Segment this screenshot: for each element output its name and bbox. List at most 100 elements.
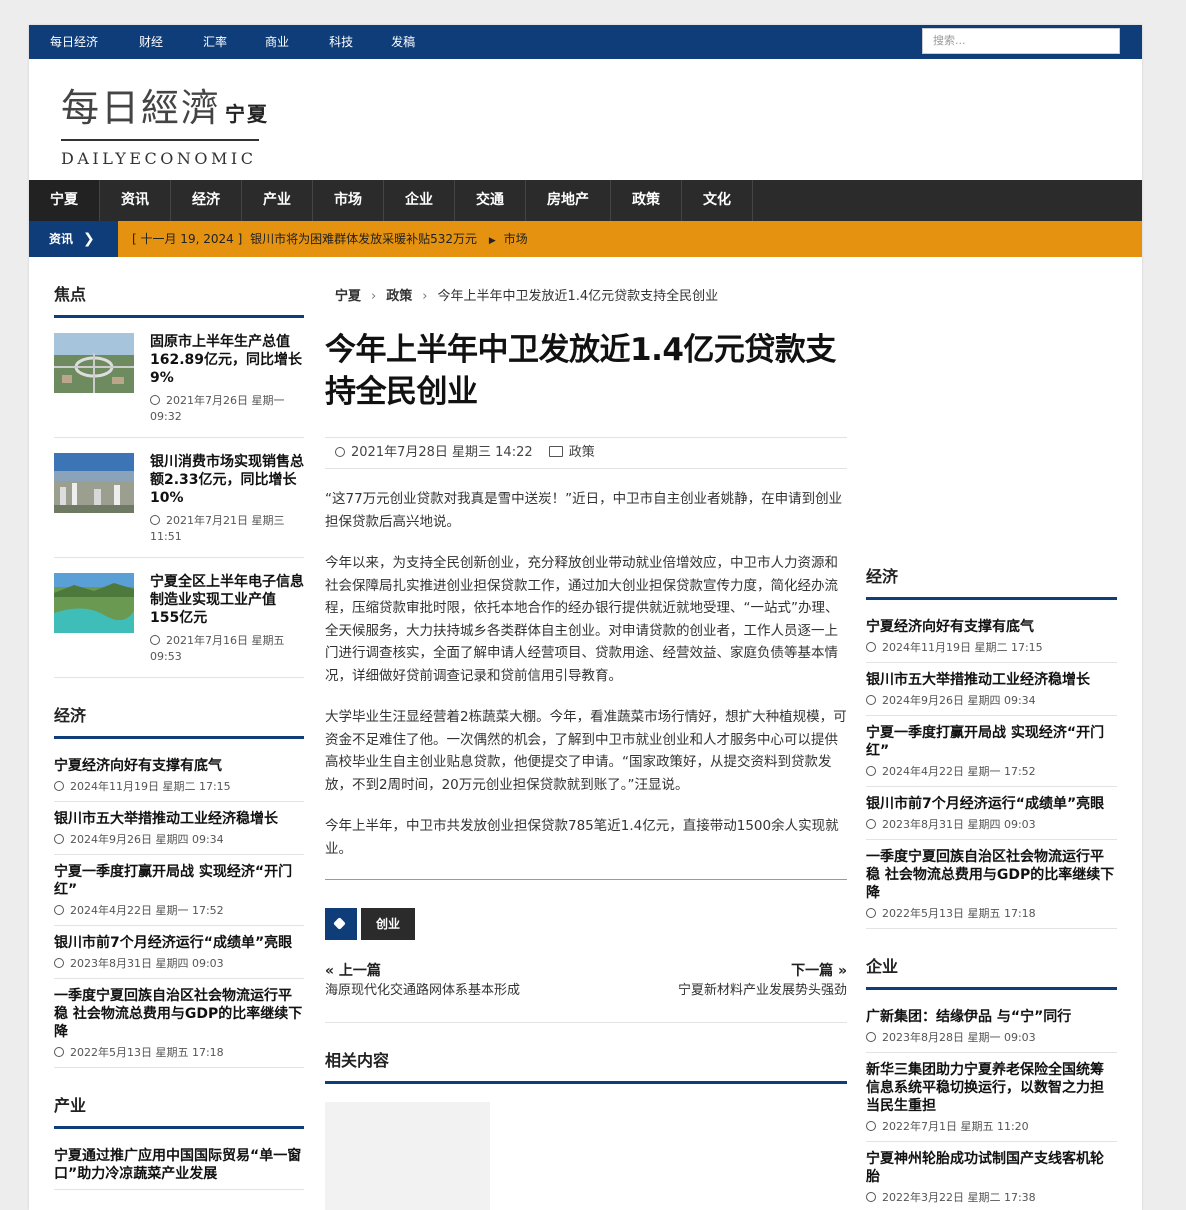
list-item-date: 2022年7月1日 星期五 11:20 [866, 1119, 1117, 1135]
prev-title[interactable]: 海原现代化交通路网体系基本形成 [325, 980, 520, 1002]
focus-section-title: 焦点 [54, 281, 304, 318]
clock-icon [150, 395, 160, 405]
topnav-fx[interactable]: 汇率 [203, 25, 227, 59]
article-meta: 2021年7月28日 星期三 14:22 政策 [325, 437, 847, 469]
list-item-date: 2023年8月31日 星期四 09:03 [866, 817, 1117, 833]
list-item-title[interactable]: 宁夏一季度打赢开局战 实现经济“开门红” [866, 724, 1117, 760]
list-item-date: 2022年5月13日 星期五 17:18 [54, 1045, 304, 1061]
folder-icon [548, 446, 563, 457]
topnav-business[interactable]: 商业 [265, 25, 289, 59]
mainnav-market[interactable]: 市场 [313, 180, 384, 221]
mainnav-economy[interactable]: 经济 [171, 180, 242, 221]
ticker-item[interactable]: [ 十一月 19, 2024 ] 银川市将为困难群体发放采暖补贴532万元 ▶ … [132, 221, 528, 259]
list-item-title[interactable]: 银川市五大举措推动工业经济稳增长 [54, 810, 304, 828]
focus-item[interactable]: 宁夏全区上半年电子信息制造业实现工业产值155亿元 2021年7月16日 星期五… [54, 558, 304, 678]
focus-item-title[interactable]: 宁夏全区上半年电子信息制造业实现工业产值155亿元 [150, 573, 304, 627]
thumbnail-image[interactable] [54, 453, 134, 513]
mainnav-realestate[interactable]: 房地产 [526, 180, 611, 221]
topnav-finance[interactable]: 财经 [139, 25, 163, 59]
breadcrumb-home[interactable]: 宁夏 [335, 289, 361, 304]
focus-item-title[interactable]: 银川消费市场实现销售总额2.33亿元，同比增长10% [150, 453, 304, 507]
logo-tag: 宁夏 [225, 102, 270, 126]
list-item-title[interactable]: 银川市前7个月经济运行“成绩单”亮眼 [866, 795, 1117, 813]
clock-icon [54, 781, 64, 791]
search-input[interactable]: 搜索... [922, 28, 1120, 54]
list-item-title[interactable]: 广新集团：结缘伊品 与“宁”同行 [866, 1008, 1117, 1026]
ticker-category[interactable]: 市场 [504, 232, 528, 246]
article: 宁夏 › 政策 › 今年上半年中卫发放近1.4亿元贷款支持全民创业 今年上半年中卫发放近… [325, 281, 847, 1210]
prev-label: « 上一篇 [325, 963, 381, 979]
next-post-link[interactable]: 下一篇 » 宁夏新材料产业发展势头强劲 [678, 962, 847, 1002]
thumbnail-image[interactable] [54, 573, 134, 633]
list-item[interactable]: 一季度宁夏回族自治区社会物流运行平稳 社会物流总费用与GDP的比率继续下降 202… [866, 840, 1117, 929]
clock-icon [866, 1121, 876, 1131]
logo-en: DAILYECONOMIC [61, 149, 257, 168]
clock-icon [866, 1192, 876, 1202]
article-category[interactable]: 政策 [569, 445, 595, 460]
clock-icon [54, 958, 64, 968]
list-item[interactable]: 宁夏经济向好有支撑有底气 2024年11月19日 星期二 17:15 [866, 610, 1117, 663]
list-item-date: 2023年8月28日 星期一 09:03 [866, 1030, 1117, 1046]
list-item[interactable]: 银川市前7个月经济运行“成绩单”亮眼 2023年8月31日 星期四 09:03 [54, 926, 304, 979]
mainnav-policy[interactable]: 政策 [611, 180, 682, 221]
ticker-headline[interactable]: 银川市将为困难群体发放采暖补贴532万元 [250, 232, 477, 246]
focus-item[interactable]: 固原市上半年生产总值162.89亿元，同比增长9% 2021年7月26日 星期一… [54, 318, 304, 438]
thumbnail-image[interactable] [54, 333, 134, 393]
article-date: 2021年7月28日 星期三 14:22 [351, 445, 533, 460]
list-item-title[interactable]: 银川市五大举措推动工业经济稳增长 [866, 671, 1117, 689]
list-item[interactable]: 银川市五大举措推动工业经济稳增长 2024年9月26日 星期四 09:34 [866, 663, 1117, 716]
mainnav-industry[interactable]: 产业 [242, 180, 313, 221]
breadcrumb-current: 今年上半年中卫发放近1.4亿元贷款支持全民创业 [437, 289, 719, 304]
list-item[interactable]: 银川市前7个月经济运行“成绩单”亮眼 2023年8月31日 星期四 09:03 [866, 787, 1117, 840]
article-body: “这77万元创业贷款对我真是雪中送炭！”近日，中卫市自主创业者姚静，在申请到创业… [325, 488, 847, 860]
clock-icon [54, 834, 64, 844]
list-item-title[interactable]: 宁夏神州轮胎成功试制国产支线客机轮胎 [866, 1150, 1117, 1186]
list-item[interactable]: 广新集团：结缘伊品 与“宁”同行 2023年8月28日 星期一 09:03 [866, 1000, 1117, 1053]
topnav-tech[interactable]: 科技 [329, 25, 353, 59]
tag-link[interactable]: 创业 [361, 908, 416, 940]
breadcrumb: 宁夏 › 政策 › 今年上半年中卫发放近1.4亿元贷款支持全民创业 [325, 281, 847, 313]
list-item-title[interactable]: 宁夏经济向好有支撑有底气 [54, 757, 304, 775]
list-item-title[interactable]: 一季度宁夏回族自治区社会物流运行平稳 社会物流总费用与GDP的比率继续下降 [866, 848, 1117, 902]
clock-icon [54, 905, 64, 915]
clock-icon [866, 1032, 876, 1042]
article-paragraph: 今年以来，为支持全民创新创业，充分释放创业带动就业倍增效应，中卫市人力资源和社会… [325, 555, 839, 684]
mainnav-transport[interactable]: 交通 [455, 180, 526, 221]
list-item[interactable]: 宁夏经济向好有支撑有底气 2024年11月19日 星期二 17:15 [54, 749, 304, 802]
mainnav-culture[interactable]: 文化 [682, 180, 753, 221]
list-item[interactable]: 宁夏一季度打赢开局战 实现经济“开门红” 2024年4月22日 星期一 17:52 [866, 716, 1117, 787]
focus-item[interactable]: 银川消费市场实现销售总额2.33亿元，同比增长10% 2021年7月21日 星期… [54, 438, 304, 558]
article-title: 今年上半年中卫发放近1.4亿元贷款支持全民创业 [325, 332, 836, 410]
next-title[interactable]: 宁夏新材料产业发展势头强劲 [678, 980, 847, 1002]
list-item[interactable]: 宁夏一季度打赢开局战 实现经济“开门红” 2024年4月22日 星期一 17:52 [54, 855, 304, 926]
focus-item-title[interactable]: 固原市上半年生产总值162.89亿元，同比增长9% [150, 333, 304, 387]
topnav-submit[interactable]: 发稿 [391, 25, 415, 59]
page: 每日经济 财经 汇率 商业 科技 发稿 搜索... 每日經濟 宁夏 DAILYEC… [29, 25, 1142, 1210]
list-item[interactable]: 新华三集团助力宁夏养老保险全国统筹信息系统平稳切换运行，以数智之力担当民生重担 2… [866, 1053, 1117, 1142]
list-item-title[interactable]: 一季度宁夏回族自治区社会物流运行平稳 社会物流总费用与GDP的比率继续下降 [54, 987, 304, 1041]
list-item-title[interactable]: 宁夏通过推广应用中国国际贸易“单一窗口”助力冷凉蔬菜产业发展 [54, 1147, 304, 1183]
list-item[interactable]: 一季度宁夏回族自治区社会物流运行平稳 社会物流总费用与GDP的比率继续下降 202… [54, 979, 304, 1068]
logo-divider [61, 139, 259, 141]
mainnav-news[interactable]: 资讯 [100, 180, 171, 221]
focus-item-date: 2021年7月16日 星期五 09:53 [150, 634, 285, 663]
mainnav-ningxia[interactable]: 宁夏 [29, 180, 100, 221]
related-thumbnail[interactable] [325, 1102, 490, 1210]
prev-post-link[interactable]: « 上一篇 海原现代化交通路网体系基本形成 [325, 962, 520, 1002]
topnav-daily[interactable]: 每日经济 [50, 25, 98, 59]
main-nav: 宁夏 资讯 经济 产业 市场 企业 交通 房地产 政策 文化 [29, 180, 1142, 221]
list-item[interactable]: 宁夏通过推广应用中国国际贸易“单一窗口”助力冷凉蔬菜产业发展 [54, 1139, 304, 1190]
list-item-title[interactable]: 新华三集团助力宁夏养老保险全国统筹信息系统平稳切换运行，以数智之力担当民生重担 [866, 1061, 1117, 1115]
list-item-title[interactable]: 宁夏一季度打赢开局战 实现经济“开门红” [54, 863, 304, 899]
enterprise-section-title: 企业 [866, 953, 1117, 990]
list-item[interactable]: 宁夏神州轮胎成功试制国产支线客机轮胎 2022年3月22日 星期二 17:38 [866, 1142, 1117, 1210]
ticker-label: 资讯 ❯ [29, 221, 118, 257]
mainnav-enterprise[interactable]: 企业 [384, 180, 455, 221]
list-item-title[interactable]: 宁夏经济向好有支撑有底气 [866, 618, 1117, 636]
site-logo[interactable]: 每日經濟 宁夏 DAILYECONOMIC [61, 85, 267, 168]
breadcrumb-category[interactable]: 政策 [386, 289, 412, 304]
list-item-title[interactable]: 银川市前7个月经济运行“成绩单”亮眼 [54, 934, 304, 952]
top-bar: 每日经济 财经 汇率 商业 科技 发稿 搜索... [29, 25, 1142, 59]
list-item[interactable]: 银川市五大举措推动工业经济稳增长 2024年9月26日 星期四 09:34 [54, 802, 304, 855]
clock-icon [150, 515, 160, 525]
